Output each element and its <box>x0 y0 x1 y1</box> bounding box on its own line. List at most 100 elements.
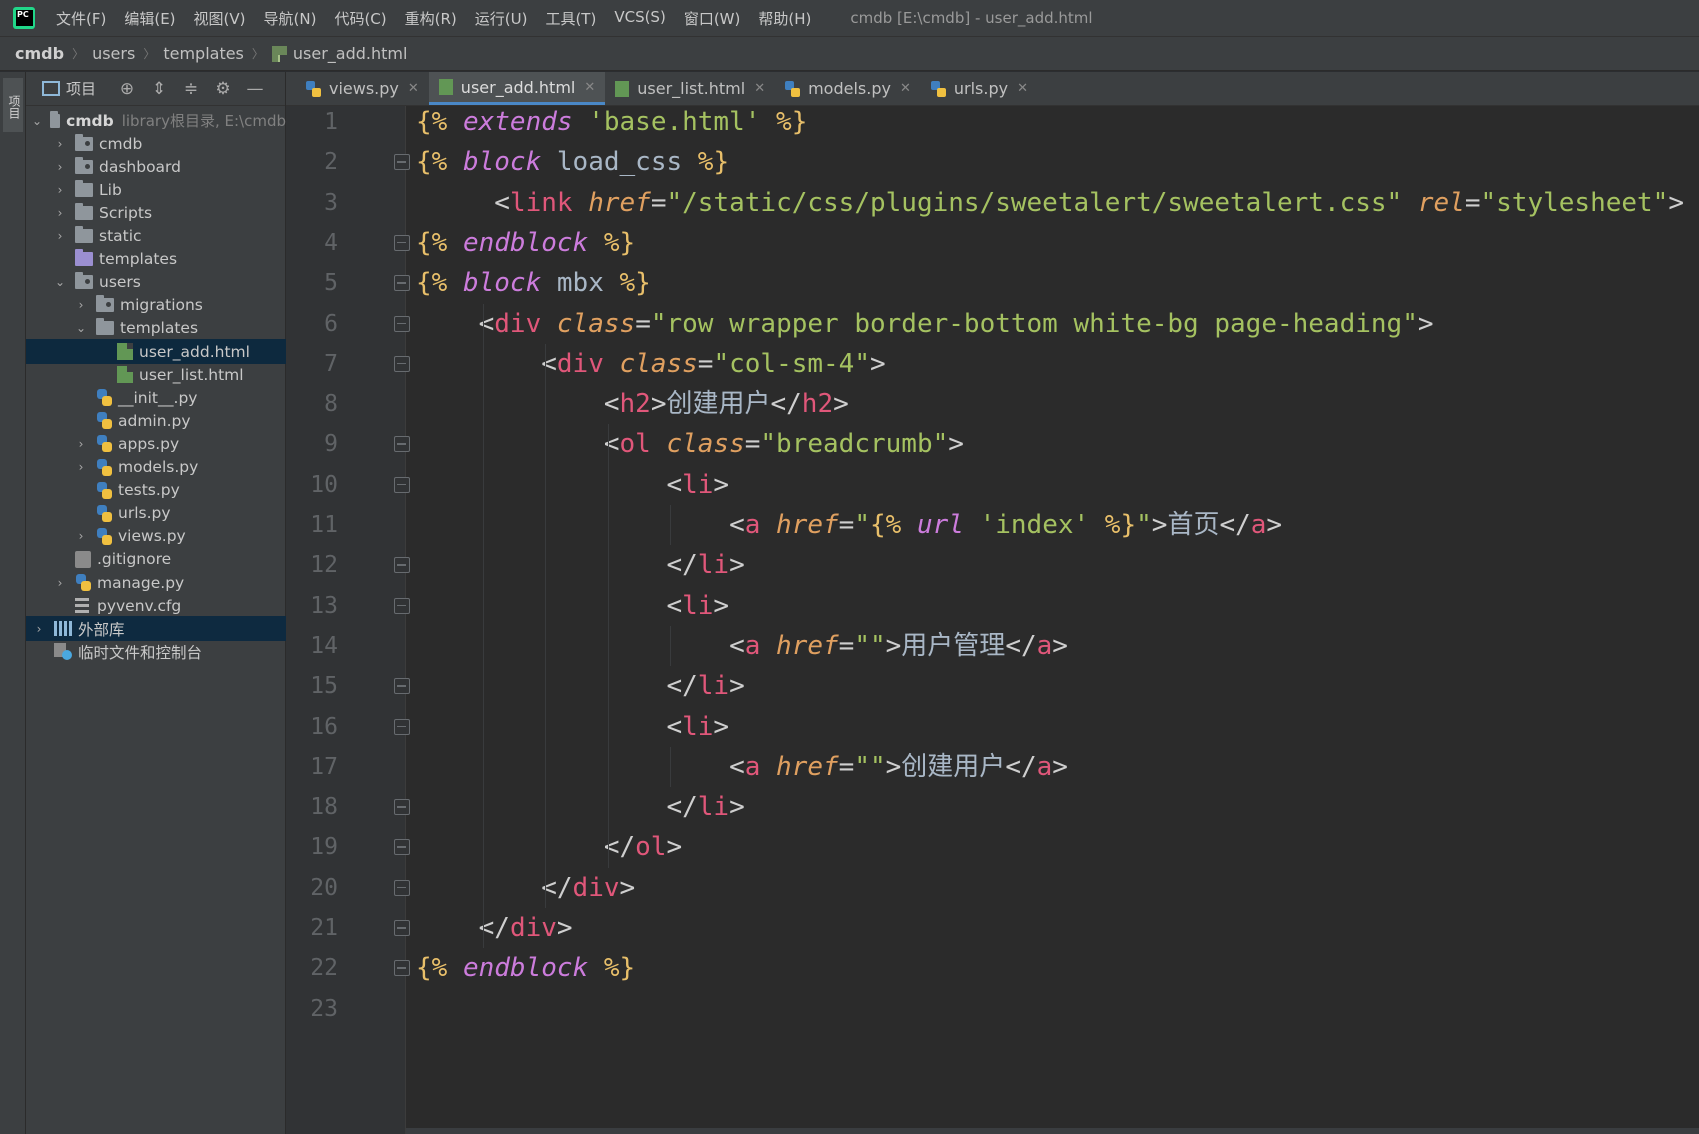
menu-item[interactable]: 工具(T) <box>536 8 605 29</box>
chevron-right-icon[interactable]: › <box>32 622 46 636</box>
chevron-right-icon[interactable]: › <box>53 160 67 174</box>
tree-item[interactable]: › manage.py <box>26 570 286 595</box>
tree-item[interactable]: templates <box>26 247 286 272</box>
tree-item[interactable]: tests.py <box>26 478 286 503</box>
fold-expand-icon[interactable] <box>394 355 410 372</box>
editor-tab[interactable]: urls.py ✕ <box>921 72 1038 105</box>
code-token: > <box>1668 187 1684 218</box>
fold-collapse-icon[interactable] <box>394 920 410 936</box>
code-token: = <box>635 308 651 339</box>
tree-item[interactable]: › Lib <box>26 177 286 202</box>
fold-collapse-icon[interactable] <box>394 960 410 977</box>
breadcrumb-item[interactable]: users <box>92 44 135 63</box>
menu-item[interactable]: VCS(S) <box>605 8 674 29</box>
menu-item[interactable]: 编辑(E) <box>115 8 184 29</box>
code-token: "breadcrumb" <box>760 429 949 460</box>
python-file-icon <box>96 435 112 453</box>
menu-item[interactable]: 窗口(W) <box>675 8 750 29</box>
tree-item[interactable]: › views.py <box>26 524 286 549</box>
tree-item[interactable]: ⌄ users <box>26 270 286 295</box>
menu-item[interactable]: 帮助(H) <box>749 8 820 29</box>
tree-item[interactable]: ⌄ templates <box>26 316 286 341</box>
menu-item[interactable]: 重构(R) <box>396 8 466 29</box>
project-view-icon[interactable] <box>42 81 60 96</box>
fold-expand-icon[interactable] <box>394 597 410 614</box>
menu-item[interactable]: 运行(U) <box>466 8 537 29</box>
fold-expand-icon[interactable] <box>394 436 410 453</box>
fold-collapse-icon[interactable] <box>394 879 410 896</box>
fold-collapse-icon[interactable] <box>394 839 410 856</box>
close-icon[interactable]: ✕ <box>584 80 595 95</box>
tree-item[interactable]: › 外部库 <box>26 616 286 642</box>
fold-expand-icon[interactable] <box>394 315 410 332</box>
menu-item[interactable]: 文件(F) <box>47 8 115 29</box>
tree-item[interactable]: › models.py <box>26 455 286 480</box>
fold-collapse-icon[interactable] <box>394 799 410 816</box>
editor-tab[interactable]: models.py ✕ <box>775 72 921 105</box>
menu-item[interactable]: 代码(C) <box>325 8 395 29</box>
editor-tab[interactable]: user_list.html ✕ <box>605 72 775 105</box>
chevron-down-icon[interactable]: ⌄ <box>32 114 42 128</box>
fold-expand-icon[interactable] <box>394 154 410 171</box>
code-line: {% block load_css %} <box>416 142 729 182</box>
expand-all-icon[interactable]: ⇕ <box>150 80 168 98</box>
chevron-right-icon[interactable]: › <box>74 437 88 451</box>
tree-item[interactable]: .gitignore <box>26 547 286 572</box>
close-icon[interactable]: ✕ <box>1017 81 1028 96</box>
tree-item[interactable]: › apps.py <box>26 431 286 456</box>
code-token: </ <box>1219 510 1251 540</box>
locate-file-icon[interactable]: ⊕ <box>118 80 136 98</box>
tree-item[interactable]: › cmdb <box>26 131 286 156</box>
tree-item[interactable]: › Scripts <box>26 200 286 225</box>
tree-item[interactable]: user_add.html <box>26 339 286 364</box>
fold-expand-icon[interactable] <box>394 476 410 493</box>
chevron-down-icon[interactable]: ⌄ <box>74 321 88 335</box>
code-editor[interactable]: 1 2 3 4 5 6 7 8 9 10 11 12 13 14 15 16 17 18 19 20 21 22 23 {%… <box>286 106 1699 1134</box>
project-panel-title[interactable]: 项目 <box>66 78 96 99</box>
close-icon[interactable]: ✕ <box>754 81 765 96</box>
editor-tab[interactable]: views.py ✕ <box>296 72 429 105</box>
breadcrumb-separator-icon: 〉 <box>251 47 264 61</box>
collapse-all-icon[interactable]: ≑ <box>182 80 200 98</box>
tree-item[interactable]: › dashboard <box>26 154 286 179</box>
chevron-right-icon[interactable]: › <box>53 576 67 590</box>
fold-collapse-icon[interactable] <box>394 678 410 695</box>
chevron-down-icon[interactable]: ⌄ <box>53 275 67 289</box>
tree-item[interactable]: user_list.html <box>26 362 286 387</box>
code-area[interactable]: {% extends 'base.html' %} {% block load_c… <box>416 106 1699 1134</box>
tree-item[interactable]: 临时文件和控制台 <box>26 639 286 664</box>
breadcrumb-item[interactable]: user_add.html <box>293 44 408 63</box>
chevron-right-icon[interactable]: › <box>53 229 67 243</box>
tree-item[interactable]: ⌄ cmdb library根目录, E:\cmdb <box>26 108 286 133</box>
fold-expand-icon[interactable] <box>394 275 410 292</box>
project-tool-window-button[interactable]: 项目 <box>3 78 23 132</box>
line-number: 14 <box>310 632 338 659</box>
menu-item[interactable]: 视图(V) <box>185 8 255 29</box>
chevron-right-icon[interactable]: › <box>74 460 88 474</box>
chevron-right-icon[interactable]: › <box>74 529 88 543</box>
fold-expand-icon[interactable] <box>394 718 410 735</box>
tree-item[interactable]: › static <box>26 224 286 249</box>
tree-item[interactable]: pyvenv.cfg <box>26 593 286 618</box>
pycharm-logo-icon[interactable] <box>13 7 35 29</box>
close-icon[interactable]: ✕ <box>408 81 419 96</box>
editor-tab[interactable]: user_add.html ✕ <box>428 72 606 105</box>
breadcrumb-item[interactable]: templates <box>163 44 244 63</box>
chevron-right-icon[interactable]: › <box>74 298 88 312</box>
menu-item[interactable]: 导航(N) <box>255 8 326 29</box>
chevron-right-icon[interactable]: › <box>53 137 67 151</box>
chevron-right-icon[interactable]: › <box>53 183 67 197</box>
gear-icon[interactable]: ⚙ <box>214 80 232 98</box>
fold-collapse-icon[interactable] <box>394 234 410 251</box>
close-icon[interactable]: ✕ <box>900 81 911 96</box>
breadcrumb-item[interactable]: cmdb <box>15 44 64 63</box>
chevron-right-icon[interactable]: › <box>53 206 67 220</box>
tree-item[interactable]: admin.py <box>26 408 286 433</box>
tree-item[interactable]: __init__.py <box>26 385 286 410</box>
horizontal-scrollbar[interactable] <box>406 1128 1699 1134</box>
tree-item[interactable]: › migrations <box>26 293 286 318</box>
tree-item[interactable]: urls.py <box>26 501 286 526</box>
hide-panel-icon[interactable]: — <box>246 80 264 98</box>
fold-collapse-icon[interactable] <box>394 557 410 574</box>
